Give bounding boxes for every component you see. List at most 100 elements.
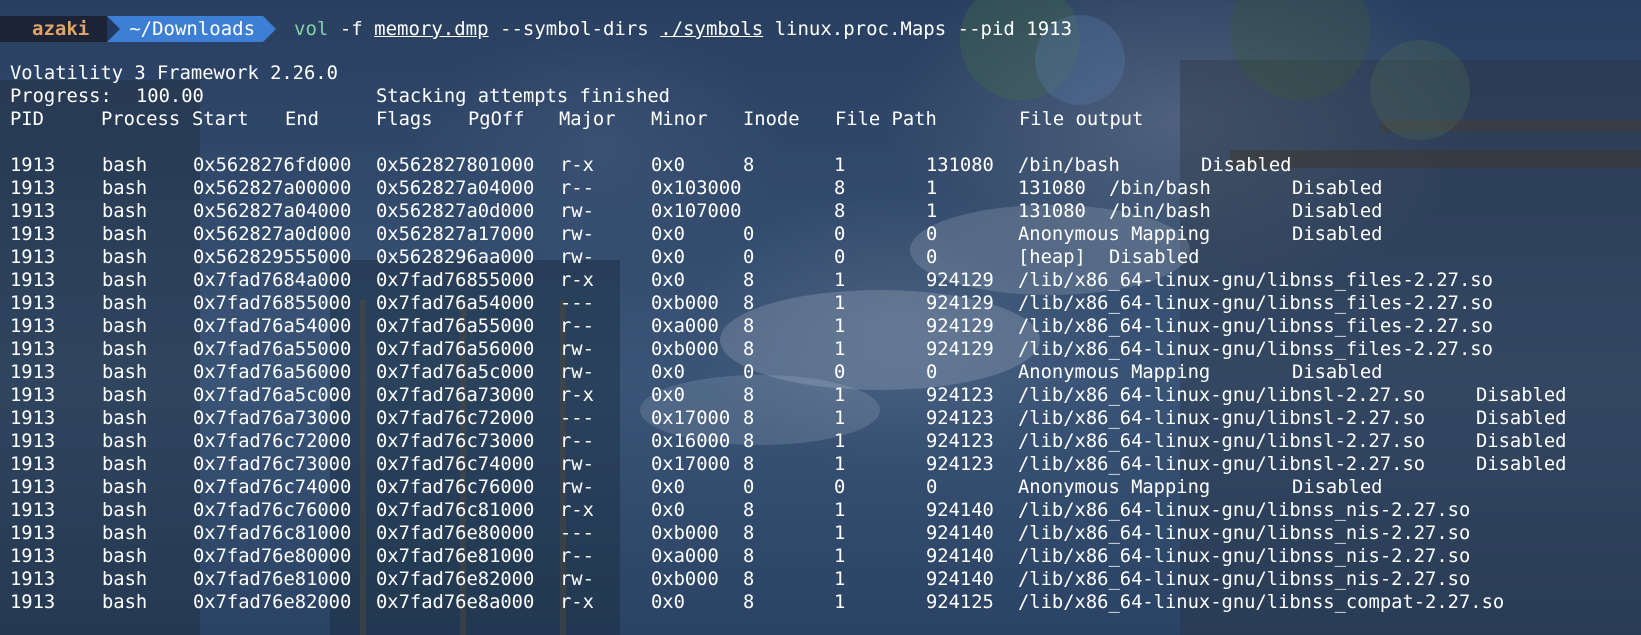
- cell-inode: 924140: [926, 523, 994, 544]
- cell-flags: rw-: [560, 569, 594, 590]
- cell-file-output: Disabled: [1292, 201, 1383, 222]
- cell-file-path: /lib/x86_64-linux-gnu/libnss_files-2.27.…: [1018, 270, 1493, 291]
- cell-pid: 1913: [10, 546, 56, 567]
- cell-file-path: Anonymous Mapping: [1018, 224, 1211, 245]
- cell-start: 0x5628276fd000: [193, 155, 352, 176]
- table-row: 1913 bash 0x7fad76c72000 0x7fad76c73000 r-- 0…: [10, 430, 1641, 453]
- cell-flags: rw-: [560, 362, 594, 383]
- cell-end: 0x7fad76a56000: [376, 339, 535, 360]
- cell-pgoff: 0x0: [651, 477, 685, 498]
- col-process-header: Process: [101, 109, 181, 130]
- cell-minor: 1: [834, 339, 846, 360]
- cell-file-output: Disabled: [1292, 477, 1383, 498]
- cell-start: 0x562827a04000: [193, 201, 352, 222]
- cell-flags: r-x: [560, 385, 594, 406]
- cell-end: 0x7fad76c81000: [376, 500, 535, 521]
- command-flag-file: -f: [339, 18, 363, 40]
- col-flags-header: Flags: [376, 109, 433, 130]
- table-row: 1913 bash 0x7fad76c81000 0x7fad76e80000 --- 0…: [10, 522, 1641, 545]
- cell-minor: 1: [834, 569, 846, 590]
- cell-pgoff: 0xb000: [651, 293, 719, 314]
- cell-major: 8: [743, 339, 755, 360]
- cell-major: 8: [743, 155, 755, 176]
- cell-end: 0x7fad76e81000: [376, 546, 535, 567]
- cell-flags: rw-: [560, 454, 594, 475]
- cell-file-output: Disabled: [1292, 224, 1383, 245]
- cell-pgoff: 0x0: [651, 155, 685, 176]
- cell-file-path: /lib/x86_64-linux-gnu/libnss_nis-2.27.so: [1018, 546, 1471, 567]
- cell-start: 0x7fad76e81000: [193, 569, 352, 590]
- cell-pgoff: 0x0: [651, 385, 685, 406]
- cell-minor: 1: [834, 316, 846, 337]
- cell-flags: rw-: [560, 477, 594, 498]
- cell-minor: 0: [834, 224, 846, 245]
- cell-pid: 1913: [10, 339, 56, 360]
- cell-minor: 1: [834, 408, 846, 429]
- command-symbols-dir[interactable]: ./symbols: [660, 18, 763, 40]
- cell-file-output: Disabled: [1476, 408, 1567, 429]
- cell-pgoff: 0x0: [651, 592, 685, 613]
- cell-minor: 1: [926, 201, 938, 222]
- command-flag-symbols: --symbol-dirs: [500, 18, 649, 40]
- cell-pid: 1913: [10, 247, 56, 268]
- cell-pgoff: 0xb000: [651, 569, 719, 590]
- cell-start: 0x7fad76e80000: [193, 546, 352, 567]
- cell-end: 0x7fad76a73000: [376, 385, 535, 406]
- cell-inode: 924129: [926, 293, 994, 314]
- cell-pid: 1913: [10, 408, 56, 429]
- cell-flags: ---: [560, 293, 594, 314]
- cell-end: 0x562827a17000: [376, 224, 535, 245]
- col-pgoff-header: PgOff: [468, 109, 525, 130]
- cell-file-output: Disabled: [1292, 178, 1383, 199]
- command-program: vol: [294, 18, 329, 40]
- command-line[interactable]: vol -f memory.dmp --symbol-dirs ./symbol…: [294, 18, 1072, 40]
- cell-end: 0x7fad76855000: [376, 270, 535, 291]
- cell-minor: 1: [834, 293, 846, 314]
- cell-file-path: /bin/bash: [1018, 155, 1120, 176]
- terminal-window[interactable]: azaki ~/Downloads vol -f memory.dmp --sy…: [0, 0, 1641, 635]
- cell-pid: 1913: [10, 201, 56, 222]
- cell-pid: 1913: [10, 316, 56, 337]
- command-dump-file[interactable]: memory.dmp: [374, 18, 488, 40]
- table-row: 1913 bash 0x7fad76a5c000 0x7fad76a73000 r-x 0…: [10, 384, 1641, 407]
- cell-file-path: Anonymous Mapping: [1018, 477, 1211, 498]
- cell-process: bash: [102, 224, 148, 245]
- table-row: 1913 bash 0x7fad76e82000 0x7fad76e8a000 r-x 0…: [10, 591, 1641, 614]
- cell-end: 0x5628296aa000: [376, 247, 535, 268]
- col-major-header: Major: [559, 109, 616, 130]
- cell-major: 8: [743, 592, 755, 613]
- cell-process: bash: [102, 362, 148, 383]
- cell-pgoff: 0xb000: [651, 523, 719, 544]
- cell-process: bash: [102, 477, 148, 498]
- table-row: 1913 bash 0x7fad76e80000 0x7fad76e81000 r-- 0…: [10, 545, 1641, 568]
- cell-flags: rw-: [560, 339, 594, 360]
- cell-file-path: /lib/x86_64-linux-gnu/libnss_nis-2.27.so: [1018, 523, 1471, 544]
- cell-pid: 1913: [10, 569, 56, 590]
- cell-minor: 1: [834, 592, 846, 613]
- cell-pgoff: 0x0: [651, 224, 685, 245]
- cell-inode: 0: [926, 477, 938, 498]
- cell-major: 8: [834, 178, 846, 199]
- cell-flags: rw-: [560, 201, 594, 222]
- cell-file-path: /lib/x86_64-linux-gnu/libnss_nis-2.27.so: [1018, 500, 1471, 521]
- table-row: 1913 bash 0x7fad76a73000 0x7fad76c72000 --- 0…: [10, 407, 1641, 430]
- cell-end: 0x7fad76c76000: [376, 477, 535, 498]
- cell-start: 0x7fad76a56000: [193, 362, 352, 383]
- table-row: 1913 bash 0x7fad76a55000 0x7fad76a56000 rw- 0…: [10, 338, 1641, 361]
- cell-process: bash: [102, 293, 148, 314]
- prompt-user: azaki: [0, 16, 108, 42]
- cell-pid: 1913: [10, 454, 56, 475]
- cell-process: bash: [102, 523, 148, 544]
- cell-pgoff: 0x17000: [651, 454, 731, 475]
- cell-pid: 1913: [10, 431, 56, 452]
- banner-text: Volatility 3 Framework 2.26.0: [10, 63, 338, 84]
- cell-inode: 924123: [926, 431, 994, 452]
- cell-minor: 0: [834, 247, 846, 268]
- cell-process: bash: [102, 546, 148, 567]
- cell-flags: r--: [560, 316, 594, 337]
- table-row: 1913 bash 0x7fad76e81000 0x7fad76e82000 rw- 0…: [10, 568, 1641, 591]
- cell-flags: r-x: [560, 155, 594, 176]
- command-output: Volatility 3 Framework 2.26.0 Progress: …: [10, 62, 1641, 614]
- command-pid: 1913: [1026, 18, 1073, 40]
- cell-flags: r--: [560, 178, 594, 199]
